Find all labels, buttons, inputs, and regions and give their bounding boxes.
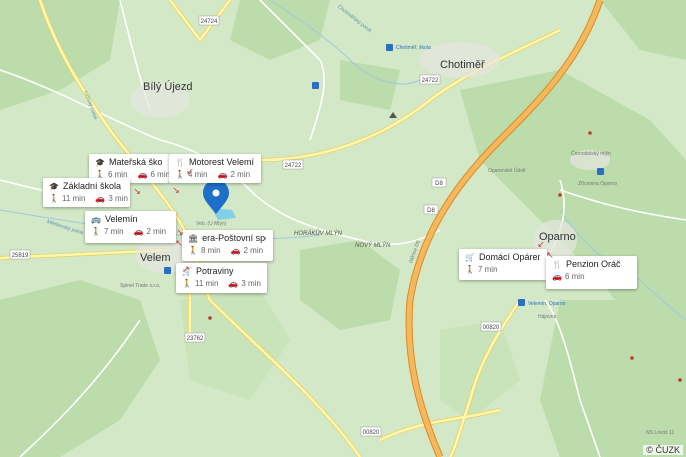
pointer-arrow-icon: ↗ <box>182 264 190 274</box>
walk-time: 11 min <box>61 194 86 203</box>
car-time: 3 min <box>108 194 128 203</box>
walk-icon: 🚶 <box>49 194 59 203</box>
poi-title: Motorest Velemín <box>188 157 254 167</box>
label-hajovna: Hájovna <box>538 314 557 320</box>
pointer-arrow-icon: ↘ <box>172 185 180 195</box>
cart-icon: 🛒 <box>465 252 475 262</box>
label-horakuv-mlyn: HORÁKŮV MLÝN <box>294 231 343 237</box>
road-number: 24722 <box>285 163 302 169</box>
school-icon: 🎓 <box>49 181 59 191</box>
walk-icon: 🚶 <box>91 227 101 236</box>
car-icon: 🚗 <box>552 272 562 281</box>
poi-title: Velemín <box>104 214 138 224</box>
label-velemin-oparno: Velemín, Oparno <box>528 301 566 307</box>
road-number: 24724 <box>201 19 218 25</box>
car-icon: 🚗 <box>217 170 228 179</box>
car-time: 2 min <box>146 227 167 236</box>
road-number: 23762 <box>187 336 204 342</box>
bank-icon: 🏛 <box>188 233 199 243</box>
car-time: 6 min <box>564 272 585 281</box>
car-icon: 🚗 <box>230 246 241 255</box>
poi-title: era-Poštovní spoř... <box>202 233 266 243</box>
label-cernodolsky: Černodolský mlýn <box>571 151 611 157</box>
poi-title: Potraviny <box>195 266 234 276</box>
pointer-arrow-icon: ↙ <box>537 239 545 249</box>
road-number: D8 <box>427 208 435 214</box>
poi-card-velemin-bus[interactable]: 🚌 Velemín 🚶 7 min 🚗 2 min <box>85 211 176 243</box>
poi-title: Základní škola Ve... <box>62 181 123 191</box>
walk-time: 7 min <box>103 227 124 236</box>
poi-card-motorest[interactable]: 🍴 Motorest Velemín 🚶 4 min 🚗 2 min <box>169 154 261 183</box>
poi-card-domaci[interactable]: 🛒Domácí Opárensk... 🚶7 min <box>459 249 547 280</box>
pointer-arrow-icon: ↙ <box>186 166 194 176</box>
label-spinel: Spinel Trade s.r.o. <box>120 283 161 289</box>
label-ns-lovos: NS Lovoš 11 <box>646 430 675 436</box>
label-chotimer-skola: Chotiměř, škola <box>396 45 431 51</box>
school-icon: 🎓 <box>95 157 105 167</box>
label-novy-mlyn: NOVÝ MLÝN <box>355 243 391 249</box>
poi-card-era[interactable]: 🏛era-Poštovní spoř... 🚶8 min 🚗2 min <box>182 230 273 261</box>
poi-title: Domácí Opárensk... <box>478 252 540 262</box>
walk-time: 7 min <box>477 265 498 274</box>
car-time: 2 min <box>230 170 251 179</box>
poi-title: Mateřská škola V... <box>108 157 162 167</box>
pointer-arrow-icon: ↘ <box>176 227 184 237</box>
road-number: 00820 <box>483 325 500 331</box>
place-velemin: Velem <box>140 252 171 264</box>
restaurant-icon: 🍴 <box>175 157 185 167</box>
label-oparenske-udoli: Oparenské Údolí <box>488 168 526 174</box>
place-bily-ujezd: Bílý Újezd <box>143 81 193 93</box>
walk-time: 8 min <box>200 246 221 255</box>
road-number: 24722 <box>422 78 439 84</box>
walk-icon: 🚶 <box>465 265 475 274</box>
road-number: 25819 <box>12 253 29 259</box>
car-icon: 🚗 <box>137 170 148 179</box>
car-icon: 🚗 <box>228 279 239 288</box>
poi-title: Penzion Oráč <box>565 259 621 269</box>
car-time: 3 min <box>241 279 261 288</box>
label-zricenina: Zřícenina Oparno <box>578 181 617 187</box>
pointer-arrow-icon: ↖ <box>175 238 183 248</box>
walk-icon: 🚶 <box>175 170 185 179</box>
car-time: 2 min <box>243 246 264 255</box>
pointer-arrow-icon: ↖ <box>546 250 554 260</box>
poi-card-zakladni-skola[interactable]: 🎓Základní škola Ve... 🚶11 min 🚗3 min <box>43 178 130 207</box>
walk-icon: 🚶 <box>188 246 198 255</box>
pointer-arrow-icon: ↘ <box>133 186 141 196</box>
road-number: 00820 <box>363 430 380 436</box>
bus-icon: 🚌 <box>91 214 101 224</box>
map-attribution: © ČUZK <box>643 445 683 455</box>
walk-icon: 🚶 <box>182 279 192 288</box>
place-chotimer: Chotiměř <box>440 59 485 71</box>
walk-time: 11 min <box>194 279 219 288</box>
car-time: 6 min <box>150 170 171 179</box>
poi-card-penzion[interactable]: 🍴 Penzion Oráč 🚗 6 min <box>546 256 637 289</box>
car-icon: 🚗 <box>95 194 106 203</box>
road-number: D8 <box>435 181 443 187</box>
restaurant-icon: 🍴 <box>552 259 562 269</box>
label-velemin-mlyn: Veb. (U Mlýn) <box>196 221 227 227</box>
car-icon: 🚗 <box>133 227 144 236</box>
